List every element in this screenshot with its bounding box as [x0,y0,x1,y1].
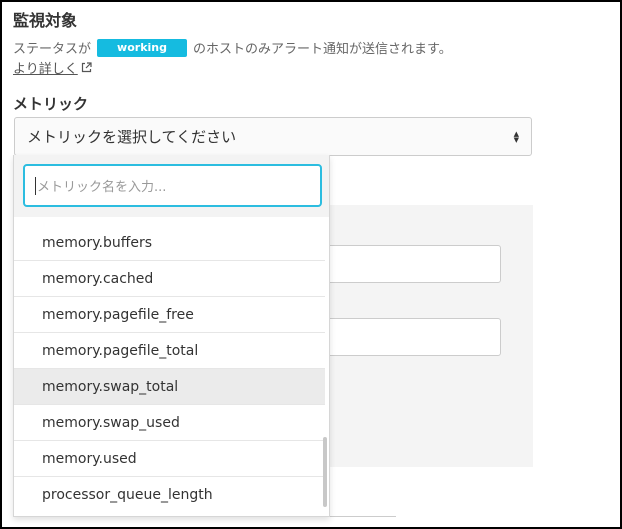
metric-option[interactable]: memory.swap_used [14,405,325,441]
more-details-link[interactable]: より詳しく [13,58,92,77]
metric-search-input[interactable]: メトリック名を入力... [23,164,322,207]
background-input-1[interactable] [316,245,501,283]
metric-dropdown: メトリック名を入力... memory.buffers memory.cache… [13,155,330,517]
text-cursor [35,176,36,195]
dropdown-scrollbar[interactable] [323,437,327,507]
section-description: ステータスが working のホストのみアラート通知が送信されます。 [13,38,452,57]
metric-option-highlighted[interactable]: memory.swap_total [14,369,325,405]
metric-option[interactable]: memory.cached [14,261,325,297]
metric-option[interactable]: memory.buffers [14,225,325,261]
external-link-icon [81,62,92,73]
section-title: 監視対象 [13,11,78,30]
metric-option[interactable]: memory.pagefile_total [14,333,325,369]
metric-search-placeholder: メトリック名を入力... [37,180,167,195]
metric-option-list: memory.buffers memory.cached memory.page… [14,225,325,513]
background-input-2[interactable] [316,318,501,356]
metric-label: メトリック [13,95,89,113]
sort-caret-icon: ▲ ▼ [513,129,519,144]
description-prefix: ステータスが [13,42,92,57]
dropdown-search-area: メトリック名を入力... [14,155,329,217]
background-element [316,516,396,529]
metric-option[interactable]: memory.pagefile_free [14,297,325,333]
metric-option[interactable]: processor_queue_length [14,477,325,513]
metric-option[interactable]: memory.used [14,441,325,477]
metric-select[interactable]: メトリックを選択してください ▲ ▼ [14,117,532,156]
metric-select-value: メトリックを選択してください [27,128,237,146]
more-details-label: より詳しく [13,62,78,77]
description-suffix: のホストのみアラート通知が送信されます。 [193,42,452,57]
status-badge: working [97,38,188,57]
